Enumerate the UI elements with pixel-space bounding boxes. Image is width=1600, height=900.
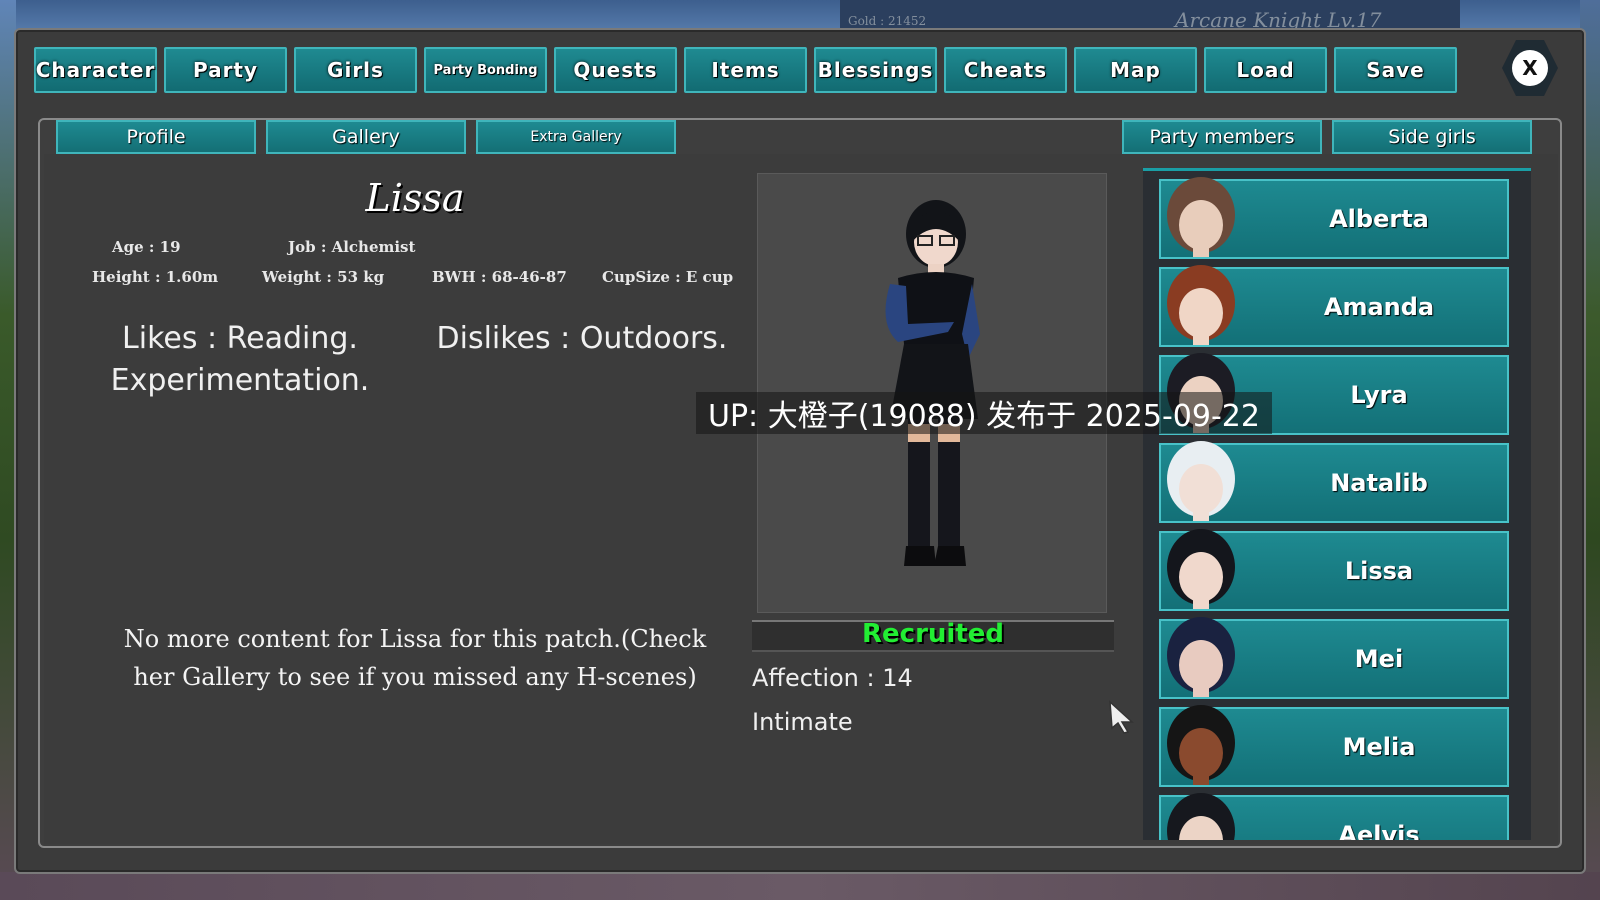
tab-blessings[interactable]: Blessings [814,47,937,93]
cursor-icon [1109,700,1134,734]
tab-map[interactable]: Map [1074,47,1197,93]
patch-message: No more content for Lissa for this patch… [123,625,707,691]
girl-avatar [1167,529,1235,609]
girl-name: Natalib [1330,469,1428,497]
girl-avatar [1167,793,1235,840]
tab-quests[interactable]: Quests [554,47,677,93]
girl-name: Mei [1354,645,1404,673]
stat-bwh: BWH : 68-46-87 [432,268,567,286]
subtab-side-girls[interactable]: Side girls [1332,120,1532,154]
watermark: UP: 大橙子(19088) 发布于 2025-09-22 [696,392,1272,434]
girl-item-aelvis[interactable]: Aelvis [1159,793,1509,840]
girl-avatar [1167,617,1235,697]
girl-item-melia[interactable]: Melia [1159,705,1509,787]
tab-character[interactable]: Character [34,47,157,93]
intimacy-level: Intimate [752,708,853,736]
girl-name: Aelvis [1338,821,1420,840]
subtab-party-members[interactable]: Party members [1122,120,1322,154]
girl-item-lissa[interactable]: Lissa [1159,529,1509,611]
girl-item-natalib[interactable]: Natalib [1159,441,1509,523]
girl-name: Amanda [1323,293,1435,321]
stat-job: Job : Alchemist [288,238,416,256]
tab-cheats[interactable]: Cheats [944,47,1067,93]
tab-load[interactable]: Load [1204,47,1327,93]
girl-avatar [1167,705,1235,785]
girl-item-amanda[interactable]: Amanda [1159,265,1509,347]
affection-value: Affection : 14 [752,664,913,692]
girl-avatar [1167,177,1235,257]
background-bottom [0,872,1600,900]
girl-avatar [1167,265,1235,345]
girl-name: Alberta [1329,205,1429,233]
gold-readout: Gold : 21452 [848,14,927,28]
dislikes-text: Dislikes : Outdoors. [436,321,728,356]
girl-name: Melia [1342,733,1416,761]
stat-height: Height : 1.60m [92,268,219,286]
girl-item-alberta[interactable]: Alberta [1159,177,1509,259]
tab-party-bonding[interactable]: Party Bonding [424,47,547,93]
subtab-extra-gallery[interactable]: Extra Gallery [476,120,676,154]
likes-text: Likes : Reading. Experimentation. [110,321,370,398]
subtab-gallery[interactable]: Gallery [266,120,466,154]
girls-list[interactable]: Alberta Amanda Lyra Natalib Lissa Mei Melia Ael… [1143,168,1531,840]
subtab-profile[interactable]: Profile [56,120,256,154]
girl-item-mei[interactable]: Mei [1159,617,1509,699]
girl-name: Lyra [1350,381,1408,409]
stat-cup: CupSize : E cup [602,268,734,286]
stat-age: Age : 19 [112,238,181,256]
close-icon: X [1512,50,1548,86]
girl-avatar [1167,441,1235,521]
stat-weight: Weight : 53 kg [262,268,385,286]
tab-items[interactable]: Items [684,47,807,93]
recruited-status: Recruited [862,619,1004,649]
tab-save[interactable]: Save [1334,47,1457,93]
character-name: Lissa [365,176,465,220]
tab-girls[interactable]: Girls [294,47,417,93]
close-button[interactable]: X [1502,40,1558,96]
tab-party[interactable]: Party [164,47,287,93]
girl-name: Lissa [1344,557,1414,585]
